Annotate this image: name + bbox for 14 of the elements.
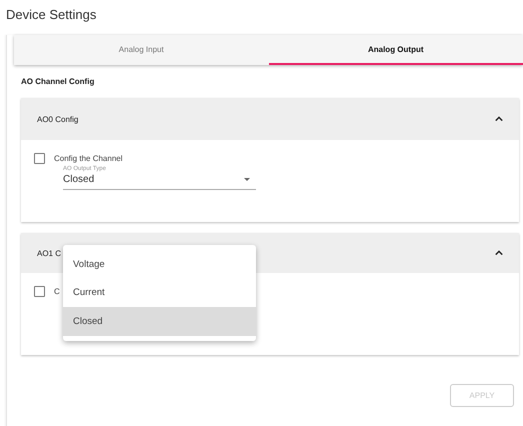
checkbox[interactable] bbox=[34, 286, 45, 297]
page-title: Device Settings bbox=[5, 6, 98, 24]
tab[interactable]: Analog Input bbox=[14, 35, 268, 65]
menu-option[interactable]: Closed bbox=[63, 307, 256, 336]
section-title: AO Channel Config bbox=[20, 76, 96, 88]
panel-title: AO1 C bbox=[37, 248, 62, 258]
panel-header[interactable]: AO0 Config bbox=[21, 98, 519, 140]
checkbox-label: C bbox=[54, 287, 60, 296]
checkbox-label: Config the Channel bbox=[54, 154, 122, 163]
panel-title: AO0 Config bbox=[37, 114, 78, 124]
checkbox[interactable] bbox=[34, 153, 45, 164]
tab[interactable]: Analog Output bbox=[268, 35, 523, 65]
caret-icon bbox=[244, 178, 250, 181]
menu-option[interactable]: Current bbox=[63, 278, 256, 307]
